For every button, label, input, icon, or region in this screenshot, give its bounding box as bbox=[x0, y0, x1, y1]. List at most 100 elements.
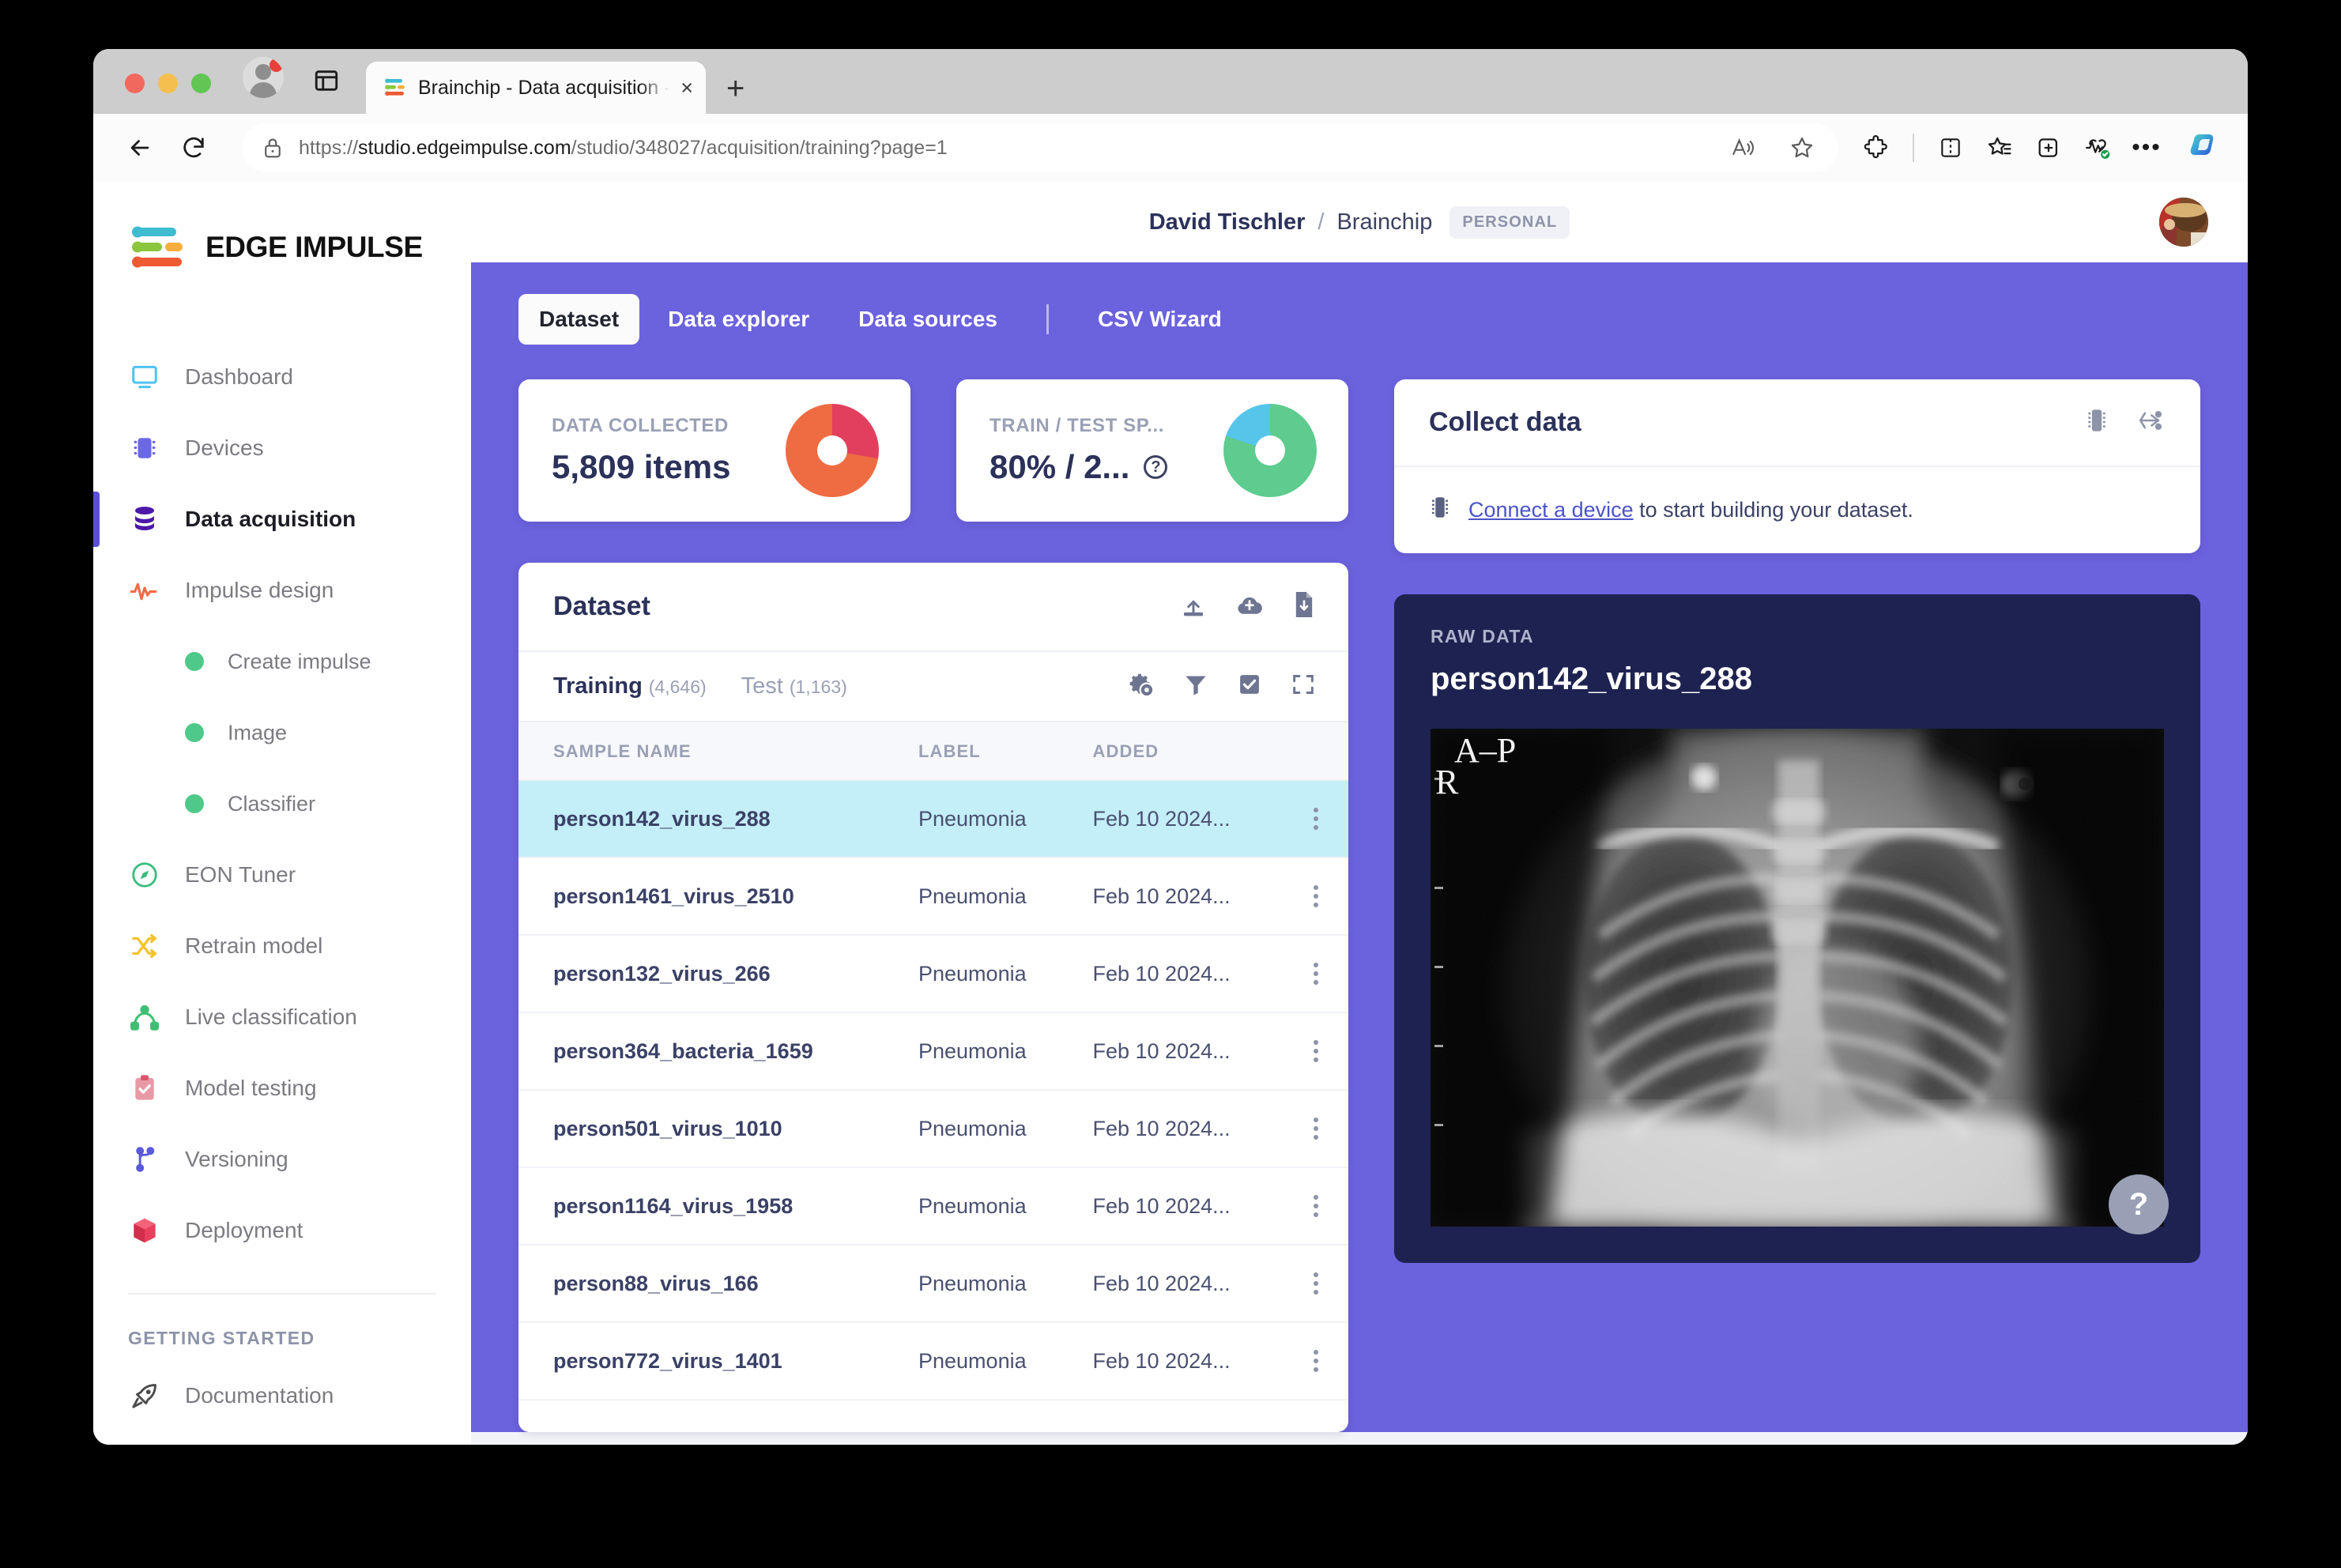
browser-profile-avatar[interactable] bbox=[243, 57, 284, 98]
sidebar-subitem-label: Classifier bbox=[228, 791, 316, 816]
close-window-button[interactable] bbox=[125, 74, 145, 93]
upload-icon[interactable] bbox=[1179, 590, 1208, 623]
browser-essentials-icon[interactable] bbox=[2075, 126, 2120, 170]
add-tab-to-group-icon[interactable] bbox=[2026, 126, 2071, 170]
sidebar-item-eon-tuner[interactable]: EON Tuner bbox=[93, 839, 471, 910]
back-arrow-icon[interactable] bbox=[115, 123, 164, 172]
help-icon[interactable]: ? bbox=[1144, 455, 1168, 479]
breadcrumb-project[interactable]: Brainchip bbox=[1336, 209, 1432, 236]
cell-actions[interactable] bbox=[1249, 935, 1348, 1013]
cards-row: DATA COLLECTED 5,809 items TRAIN / TEST … bbox=[518, 379, 2200, 1432]
browser-settings-more-icon[interactable]: ••• bbox=[2124, 126, 2169, 170]
copilot-icon[interactable] bbox=[2181, 126, 2226, 170]
edge-impulse-logo[interactable]: EDGE IMPULSE bbox=[93, 224, 471, 270]
raw-data-title: person142_virus_288 bbox=[1431, 662, 1752, 696]
column-sample-name[interactable]: SAMPLE NAME bbox=[518, 721, 884, 781]
export-file-icon[interactable] bbox=[1291, 590, 1317, 624]
cell-added: Feb 10 2024... bbox=[1057, 1167, 1249, 1246]
column-added[interactable]: ADDED bbox=[1057, 721, 1249, 781]
reload-icon[interactable] bbox=[169, 123, 218, 172]
tab-dataset[interactable]: Dataset bbox=[518, 294, 640, 345]
cell-sample-name: person501_virus_1010 bbox=[518, 1090, 884, 1168]
raw-data-panel: RAW DATA person142_virus_288 A–P R ? bbox=[1394, 594, 2200, 1263]
cell-actions[interactable] bbox=[1249, 1090, 1348, 1168]
sidebar-item-retrain-model[interactable]: Retrain model bbox=[93, 910, 471, 982]
cell-actions[interactable] bbox=[1249, 1322, 1348, 1400]
sidebar-item-create-impulse[interactable]: Create impulse bbox=[93, 626, 471, 697]
status-badge: PERSONAL bbox=[1449, 205, 1570, 239]
table-row[interactable]: person1461_virus_2510 Pneumonia Feb 10 202… bbox=[518, 858, 1348, 936]
read-aloud-icon[interactable] bbox=[1720, 126, 1764, 170]
sidebar-item-image[interactable]: Image bbox=[93, 697, 471, 768]
chip-icon[interactable] bbox=[2085, 406, 2109, 439]
tab-data-sources[interactable]: Data sources bbox=[838, 294, 1018, 345]
help-button[interactable]: ? bbox=[2109, 1174, 2169, 1234]
tab-csv-wizard[interactable]: CSV Wizard bbox=[1077, 294, 1242, 345]
sidebar-item-model-testing[interactable]: Model testing bbox=[93, 1053, 471, 1124]
browser-tab[interactable]: Brainchip - Data acquisition - E × bbox=[366, 62, 706, 114]
sidebar-subitem-label: Create impulse bbox=[228, 649, 371, 673]
tabs-divider bbox=[1046, 304, 1050, 334]
close-tab-button[interactable]: × bbox=[680, 77, 693, 99]
table-row[interactable]: person364_bacteria_1659 Pneumonia Feb 10 2… bbox=[518, 1012, 1348, 1091]
cloud-upload-icon[interactable] bbox=[1235, 591, 1265, 622]
table-row[interactable]: person772_virus_1401 Pneumonia Feb 10 2024… bbox=[518, 1322, 1348, 1400]
subtab-test[interactable]: Test (1,163) bbox=[741, 673, 847, 699]
usb-icon[interactable] bbox=[2136, 407, 2166, 438]
collections-icon[interactable] bbox=[1977, 126, 2022, 170]
chip-icon bbox=[128, 432, 161, 465]
cell-actions[interactable] bbox=[1249, 1167, 1348, 1246]
sidebar-item-devices[interactable]: Devices bbox=[93, 413, 471, 484]
filter-icon[interactable] bbox=[1182, 671, 1209, 702]
row-menu-icon[interactable] bbox=[1284, 885, 1348, 907]
clipboard-check-icon bbox=[128, 1072, 161, 1105]
table-row[interactable]: person88_virus_166 Pneumonia Feb 10 2024..… bbox=[518, 1245, 1348, 1323]
minimize-window-button[interactable] bbox=[158, 74, 178, 93]
dataset-panel-actions bbox=[1179, 590, 1317, 624]
column-label[interactable]: LABEL bbox=[884, 721, 1058, 781]
collect-data-rest: to start building your dataset. bbox=[1633, 498, 1913, 522]
xray-image[interactable]: A–P R bbox=[1431, 729, 2164, 1227]
subtab-training[interactable]: Training (4,646) bbox=[553, 673, 707, 699]
maximize-window-button[interactable] bbox=[191, 74, 211, 93]
avatar[interactable] bbox=[2159, 198, 2208, 247]
expand-icon[interactable] bbox=[1290, 671, 1317, 702]
star-icon[interactable] bbox=[1780, 126, 1824, 170]
row-menu-icon[interactable] bbox=[1284, 1272, 1348, 1295]
row-menu-icon[interactable] bbox=[1284, 963, 1348, 985]
row-menu-icon[interactable] bbox=[1284, 1118, 1348, 1140]
row-menu-icon[interactable] bbox=[1284, 808, 1348, 830]
sidebar-item-impulse-design[interactable]: Impulse design bbox=[93, 555, 471, 626]
content-scroll[interactable]: Dataset Data explorer Data sources CSV W… bbox=[471, 262, 2248, 1445]
connect-a-device-link[interactable]: Connect a device bbox=[1468, 498, 1634, 522]
table-row[interactable]: person1164_virus_1958 Pneumonia Feb 10 202… bbox=[518, 1167, 1348, 1246]
cell-actions[interactable] bbox=[1249, 1245, 1348, 1323]
tab-data-explorer[interactable]: Data explorer bbox=[647, 294, 830, 345]
extensions-icon[interactable] bbox=[1854, 126, 1898, 170]
row-menu-icon[interactable] bbox=[1284, 1040, 1348, 1062]
row-menu-icon[interactable] bbox=[1284, 1350, 1348, 1372]
breadcrumb-user[interactable]: David Tischler bbox=[1149, 209, 1306, 236]
sidebar-item-documentation[interactable]: Documentation bbox=[93, 1360, 471, 1431]
sidebar-item-classifier[interactable]: Classifier bbox=[93, 768, 471, 839]
cell-actions[interactable] bbox=[1249, 780, 1348, 858]
split-screen-icon[interactable] bbox=[1928, 126, 1973, 170]
table-row[interactable]: person132_virus_266 Pneumonia Feb 10 2024.… bbox=[518, 935, 1348, 1013]
sidebar-item-data-acquisition[interactable]: Data acquisition bbox=[93, 484, 471, 555]
checkbox-icon[interactable] bbox=[1236, 671, 1263, 702]
sidebar-item-deployment[interactable]: Deployment bbox=[93, 1195, 471, 1266]
address-bar[interactable]: https://studio.edgeimpulse.com/studio/34… bbox=[242, 123, 1838, 172]
settings-eye-icon[interactable] bbox=[1127, 671, 1155, 702]
cell-actions[interactable] bbox=[1249, 858, 1348, 936]
sidebar-item-dashboard[interactable]: Dashboard bbox=[93, 341, 471, 413]
tab-actions-icon[interactable] bbox=[311, 65, 342, 96]
sidebar-item-versioning[interactable]: Versioning bbox=[93, 1124, 471, 1195]
table-row[interactable]: person501_virus_1010 Pneumonia Feb 10 2024… bbox=[518, 1090, 1348, 1168]
row-menu-icon[interactable] bbox=[1284, 1195, 1348, 1217]
cell-actions[interactable] bbox=[1249, 1012, 1348, 1091]
pulse-icon bbox=[128, 574, 161, 607]
new-tab-button[interactable]: + bbox=[726, 73, 745, 104]
table-row[interactable]: person142_virus_288 Pneumonia Feb 10 2024.… bbox=[518, 780, 1348, 858]
sidebar-item-label: Versioning bbox=[185, 1147, 288, 1171]
sidebar-item-live-classification[interactable]: Live classification bbox=[93, 982, 471, 1053]
